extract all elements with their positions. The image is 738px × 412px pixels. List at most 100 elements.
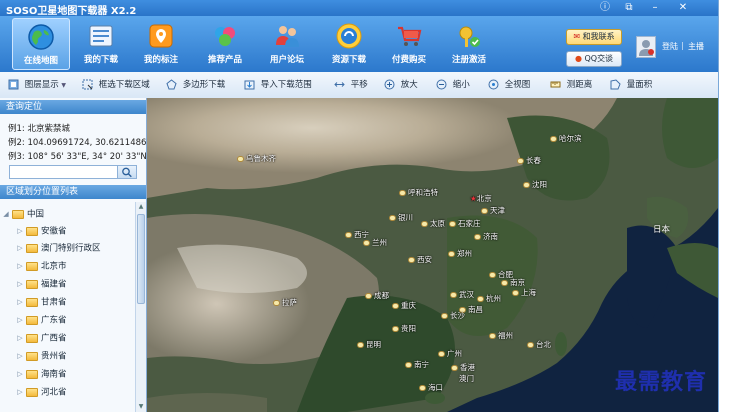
expand-icon[interactable]: ▷ <box>16 384 24 400</box>
tree-item-province[interactable]: ▷ 澳门特别行政区 <box>16 240 101 256</box>
nav-resource-download[interactable]: 资源下载 <box>320 18 378 70</box>
map-city-marker[interactable]: 沈阳 <box>523 180 547 190</box>
map-city-marker[interactable]: 天津 <box>481 206 505 216</box>
map-city-marker[interactable]: 昆明 <box>357 340 381 350</box>
city-label: 昆明 <box>366 340 381 349</box>
map-city-marker[interactable]: 西安 <box>408 255 432 265</box>
map-city-marker[interactable]: 郑州 <box>448 249 472 259</box>
map-city-marker[interactable]: 上海 <box>512 288 536 298</box>
tree-item-province[interactable]: ▷ 北京市 <box>16 258 67 274</box>
measure-area-button[interactable]: 量面积 <box>610 78 652 92</box>
nav-forum[interactable]: 用户论坛 <box>258 18 316 70</box>
expand-icon[interactable]: ▷ <box>16 258 24 274</box>
region-tree: ◢ 中国 ▷ 安徽省 ▷ 澳门特别行政区 ▷ 北京市 ▷ 福建省 ▷ 甘肃省 ▷ 广东省 ▷ 广… <box>2 202 134 412</box>
nav-my-downloads[interactable]: 我的下载 <box>72 18 130 70</box>
layers-dropdown[interactable]: 图层显示 ▼ <box>8 78 66 92</box>
map-city-marker[interactable]: 呼和浩特 <box>399 188 438 198</box>
full-view-button[interactable]: 全视图 <box>488 78 530 92</box>
zoom-in-button[interactable]: 放大 <box>384 78 418 92</box>
nav-online-map[interactable]: 在线地图 <box>12 18 70 70</box>
map-city-marker[interactable]: 香港 <box>451 363 475 373</box>
tree-item-province[interactable]: ▷ 安徽省 <box>16 223 67 239</box>
close-icon[interactable]: ✕ <box>676 1 690 15</box>
info-icon[interactable]: ⓘ <box>598 1 612 15</box>
expand-icon[interactable]: ▷ <box>16 240 24 256</box>
tree-item-label: 北京市 <box>41 261 67 272</box>
nav-register[interactable]: 注册激活 <box>440 18 498 70</box>
map-city-marker[interactable]: 福州 <box>489 331 513 341</box>
expand-icon[interactable]: ▷ <box>16 330 24 346</box>
map-city-marker[interactable]: 澳门 <box>459 374 474 384</box>
scroll-down-icon[interactable]: ▼ <box>136 402 146 412</box>
map-city-marker[interactable]: 乌鲁木齐 <box>237 154 276 164</box>
import-range-button[interactable]: 导入下载范围 <box>244 78 312 92</box>
map-city-marker[interactable]: 海口 <box>419 383 443 393</box>
map-city-marker[interactable]: 长沙 <box>441 311 465 321</box>
measure-distance-button[interactable]: 测距离 <box>550 78 592 92</box>
avatar[interactable] <box>636 36 656 58</box>
tree-item-province[interactable]: ▷ 甘肃省 <box>16 294 67 310</box>
tree-item-province[interactable]: ▷ 贵州省 <box>16 348 67 364</box>
home-link[interactable]: 主播 <box>688 41 704 52</box>
folder-icon <box>26 351 38 361</box>
japan-label: 日本 <box>653 225 671 235</box>
polygon-download-button[interactable]: 多边形下载 <box>166 78 225 92</box>
map-city-marker[interactable]: 广州 <box>438 349 462 359</box>
map-city-marker[interactable]: 台北 <box>527 340 551 350</box>
minimize-icon[interactable]: – <box>648 1 662 15</box>
expand-icon[interactable]: ▷ <box>16 294 24 310</box>
collapse-icon[interactable]: ◢ <box>2 206 10 222</box>
map-city-marker[interactable]: 成都 <box>365 291 389 301</box>
map-city-marker[interactable]: ★北京 <box>470 194 492 204</box>
city-dot-icon <box>449 221 456 227</box>
map-city-marker[interactable]: 兰州 <box>363 238 387 248</box>
watermark: 最需教育 <box>615 369 708 395</box>
scroll-thumb[interactable] <box>137 214 145 304</box>
restore-icon[interactable]: ⧉ <box>622 1 636 15</box>
qq-chat-button[interactable]: ● QQ交谈 <box>566 51 622 67</box>
expand-icon[interactable]: ▷ <box>16 223 24 239</box>
map-city-marker[interactable]: 南京 <box>501 278 525 288</box>
scroll-up-icon[interactable]: ▲ <box>136 202 146 212</box>
tree-item-province[interactable]: ▷ 海南省 <box>16 366 67 382</box>
map-city-marker[interactable]: 济南 <box>474 232 498 242</box>
location-search-input[interactable] <box>10 166 122 178</box>
nav-purchase[interactable]: 付费购买 <box>380 18 438 70</box>
tree-item-province[interactable]: ▷ 河北省 <box>16 384 67 400</box>
map-city-marker[interactable]: 南宁 <box>405 360 429 370</box>
tree-item-label: 广西省 <box>41 333 67 344</box>
expand-icon[interactable]: ▷ <box>16 366 24 382</box>
map-city-marker[interactable]: 武汉 <box>450 290 474 300</box>
login-link[interactable]: 登陆 <box>662 41 678 52</box>
map-city-marker[interactable]: 重庆 <box>392 301 416 311</box>
select-rect-download-button[interactable]: 框选下载区域 <box>82 78 150 92</box>
nav-recommended[interactable]: 推荐产品 <box>196 18 254 70</box>
map-city-marker[interactable]: 太原 <box>421 219 445 229</box>
map-city-marker[interactable]: 长春 <box>517 156 541 166</box>
folder-icon <box>26 387 38 397</box>
expand-icon[interactable]: ▷ <box>16 276 24 292</box>
map-city-marker[interactable]: 银川 <box>389 213 413 223</box>
map-city-marker[interactable]: 贵阳 <box>392 324 416 334</box>
tree-item-province[interactable]: ▷ 广西省 <box>16 330 67 346</box>
nav-label: 资源下载 <box>331 55 366 65</box>
map-city-marker[interactable]: 拉萨 <box>273 298 297 308</box>
map-city-marker[interactable]: 哈尔滨 <box>550 134 582 144</box>
city-dot-icon <box>399 190 406 196</box>
map-city-marker[interactable]: 杭州 <box>477 294 501 304</box>
expand-icon[interactable]: ▷ <box>16 348 24 364</box>
tree-item-province[interactable]: ▷ 福建省 <box>16 276 67 292</box>
email-contact-button[interactable]: ✉ 和我联系 <box>566 29 622 45</box>
city-label: 成都 <box>374 291 389 300</box>
expand-icon[interactable]: ▷ <box>16 312 24 328</box>
tree-scrollbar[interactable]: ▲ ▼ <box>135 202 146 412</box>
zoom-out-button[interactable]: 缩小 <box>436 78 470 92</box>
pan-button[interactable]: 平移 <box>334 78 368 92</box>
tree-item-province[interactable]: ▷ 广东省 <box>16 312 67 328</box>
search-button[interactable] <box>117 166 136 178</box>
ruler-icon <box>550 81 561 88</box>
nav-my-marks[interactable]: 我的标注 <box>132 18 190 70</box>
tree-item-china[interactable]: ◢ 中国 <box>2 206 44 222</box>
folder-icon <box>26 261 38 271</box>
map-city-marker[interactable]: 石家庄 <box>449 219 481 229</box>
